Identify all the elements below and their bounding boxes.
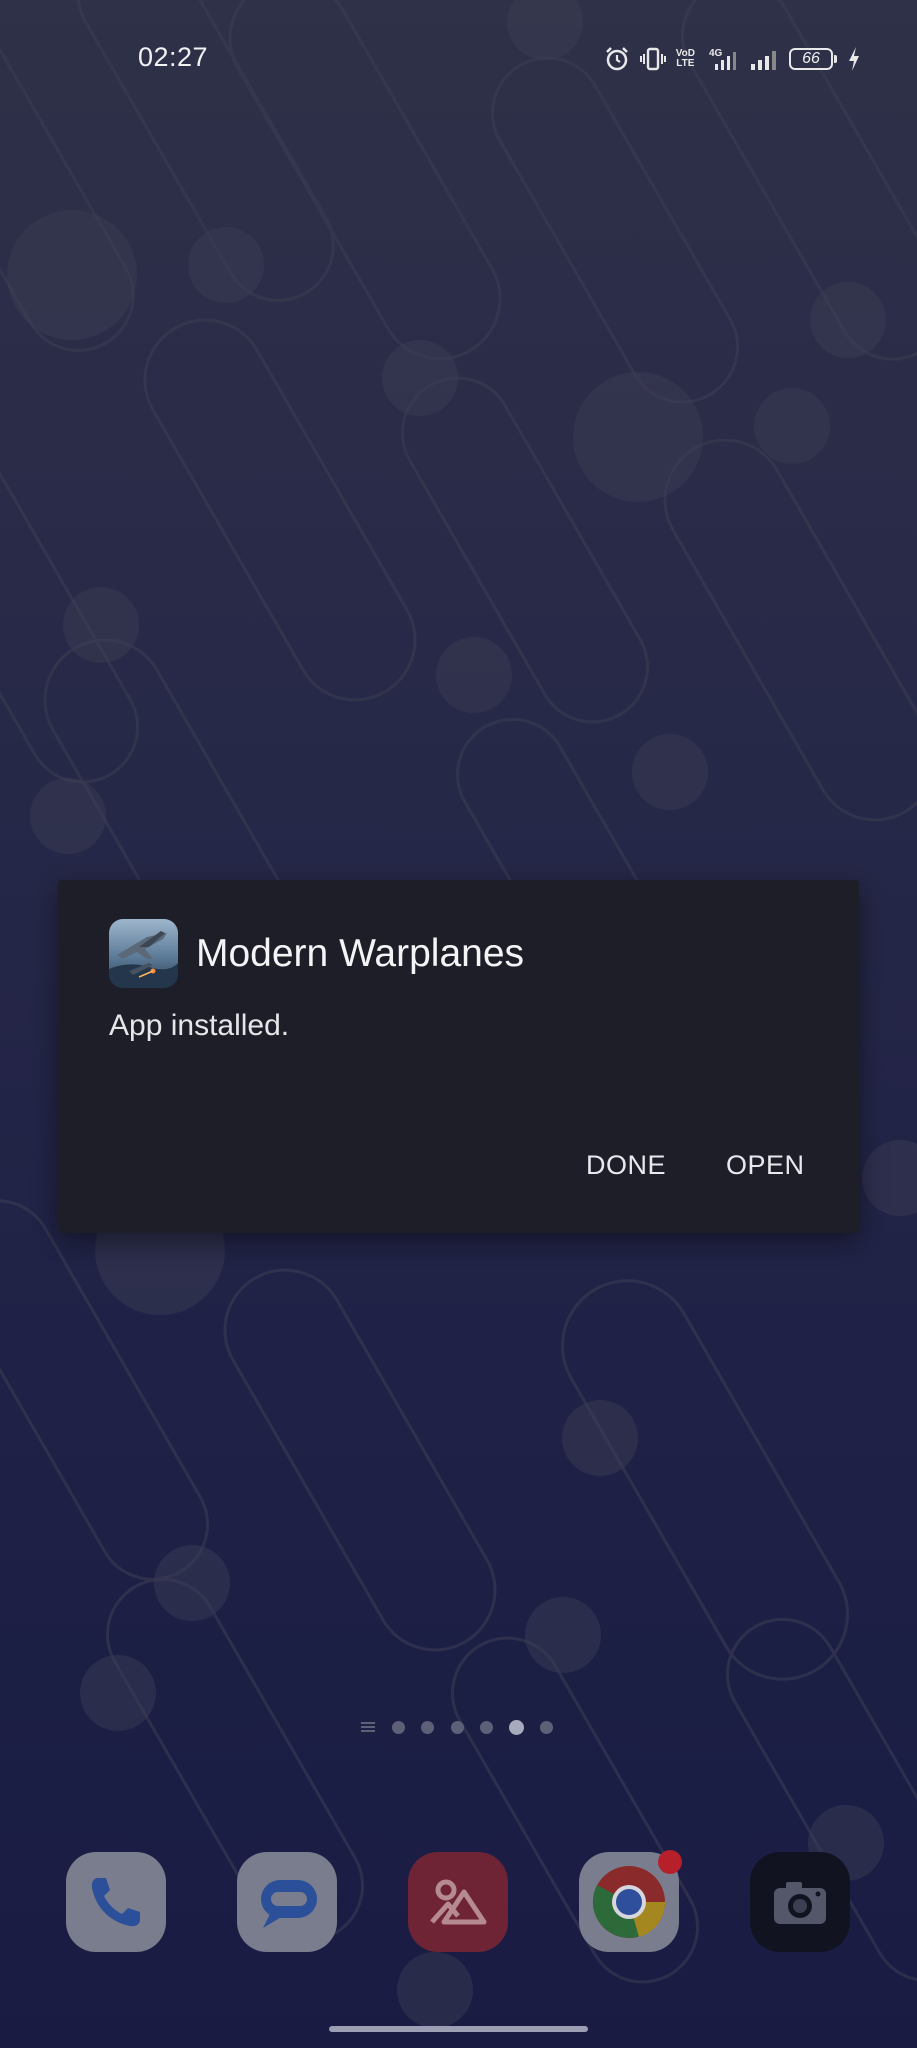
status-icons: VoD LTE 4G 66 bbox=[604, 42, 861, 76]
page-dot-4[interactable] bbox=[480, 1721, 493, 1734]
page-indicator[interactable] bbox=[0, 1717, 917, 1737]
battery-level: 66 bbox=[802, 50, 820, 67]
status-bar: 02:27 VoD LTE 4G 66 bbox=[0, 0, 917, 118]
gesture-navigation-bar[interactable] bbox=[329, 2026, 588, 2032]
camera-icon bbox=[774, 1882, 826, 1924]
volte-icon: VoD LTE bbox=[676, 49, 695, 69]
network-type-label: 4G bbox=[709, 48, 723, 59]
phone-app[interactable] bbox=[66, 1852, 166, 1952]
4g-signal-icon: 4G bbox=[705, 46, 739, 72]
volte-label-bottom: LTE bbox=[676, 58, 695, 69]
gallery-app[interactable] bbox=[408, 1852, 508, 1952]
done-button[interactable]: DONE bbox=[586, 1150, 666, 1181]
camera-app[interactable] bbox=[750, 1852, 850, 1952]
battery-icon: 66 bbox=[789, 48, 837, 70]
signal-icon bbox=[749, 46, 779, 72]
app-installed-dialog: Modern Warplanes App installed. DONE OPE… bbox=[58, 880, 859, 1233]
vibrate-icon bbox=[639, 46, 666, 72]
app-drawer-lines-icon[interactable] bbox=[361, 1720, 375, 1734]
page-dot-5-active[interactable] bbox=[509, 1720, 524, 1735]
notification-badge bbox=[658, 1850, 682, 1874]
status-clock: 02:27 bbox=[138, 42, 209, 72]
page-dot-3[interactable] bbox=[451, 1721, 464, 1734]
gallery-icon bbox=[430, 1879, 487, 1925]
alarm-icon bbox=[604, 46, 630, 72]
chat-icon bbox=[261, 1880, 317, 1928]
page-dot-2[interactable] bbox=[421, 1721, 434, 1734]
open-button[interactable]: OPEN bbox=[726, 1150, 805, 1181]
dialog-message: App installed. bbox=[109, 1009, 290, 1042]
charging-icon bbox=[847, 46, 861, 72]
page-dot-6[interactable] bbox=[540, 1721, 553, 1734]
phone-icon bbox=[91, 1878, 140, 1927]
messages-app[interactable] bbox=[237, 1852, 337, 1952]
page-dot-1[interactable] bbox=[392, 1721, 405, 1734]
modern-warplanes-app-icon bbox=[109, 919, 178, 988]
dialog-app-title: Modern Warplanes bbox=[196, 932, 525, 975]
